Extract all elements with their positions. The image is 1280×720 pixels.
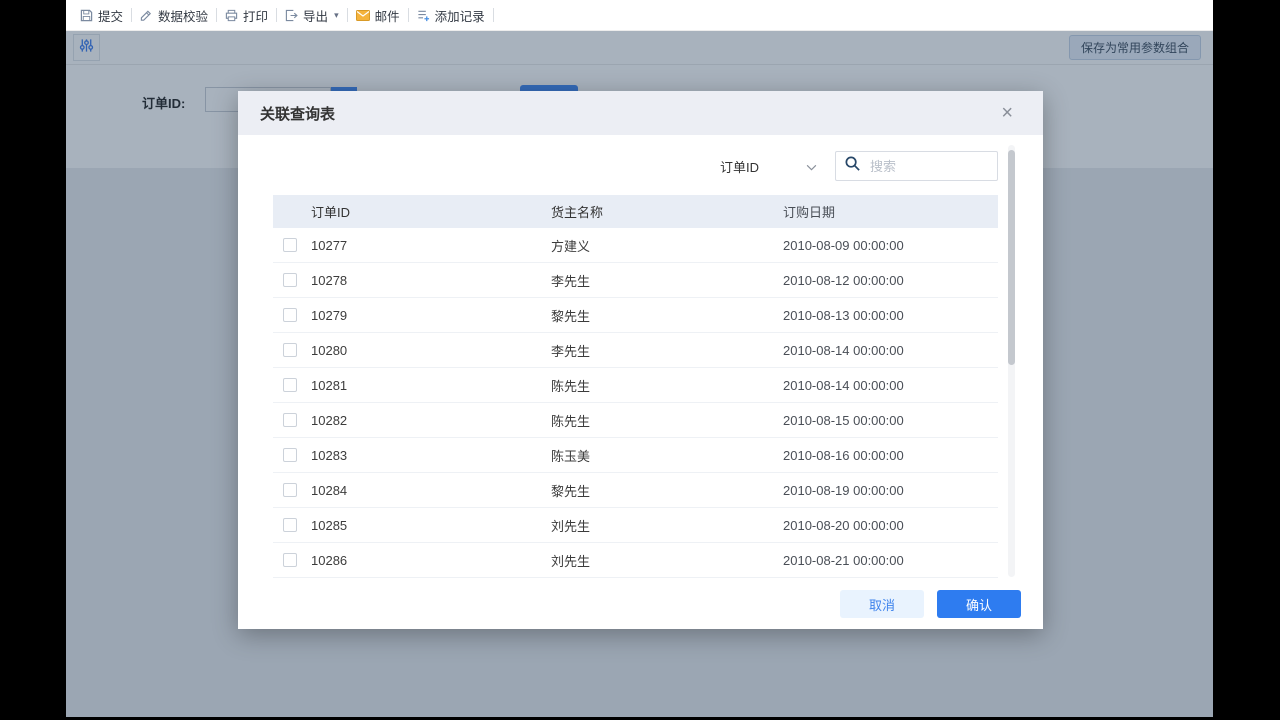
toolbar-item-label: 导出 <box>303 9 329 24</box>
table-row[interactable]: 10286 刘先生 2010-08-21 00:00:00 <box>273 543 998 578</box>
toolbar-item-label: 提交 <box>98 9 124 24</box>
toolbar-item-5[interactable]: 添加记录 <box>409 6 493 25</box>
search-row: 订单ID <box>238 151 998 181</box>
row-owner: 李先生 <box>551 273 591 289</box>
validate-icon <box>140 9 153 22</box>
table-row[interactable]: 10280 李先生 2010-08-14 00:00:00 <box>273 333 998 368</box>
column-header-order-id: 订单ID <box>311 205 351 220</box>
toolbar-item-3[interactable]: 导出 ▾ <box>277 6 347 25</box>
search-field-value: 订单ID <box>720 159 760 175</box>
row-owner: 陈先生 <box>551 378 591 394</box>
row-order-id: 10284 <box>311 482 348 498</box>
row-order-id: 10285 <box>311 517 348 533</box>
row-owner: 刘先生 <box>551 518 591 534</box>
chevron-down-icon <box>806 159 817 174</box>
row-owner: 陈玉美 <box>551 448 591 464</box>
row-order-id: 10281 <box>311 377 348 393</box>
query-table: 订单ID 货主名称 订购日期 10277 方建义 2010-08-09 00:0… <box>273 195 998 578</box>
mail-icon <box>355 9 370 21</box>
search-icon <box>844 155 861 177</box>
toolbar-divider <box>492 8 494 22</box>
row-checkbox[interactable] <box>283 273 297 287</box>
row-owner: 黎先生 <box>551 308 591 324</box>
toolbar-item-label: 邮件 <box>374 9 400 24</box>
row-owner: 刘先生 <box>551 553 591 569</box>
export-icon <box>285 9 298 22</box>
close-icon[interactable]: × <box>1001 103 1013 123</box>
row-checkbox[interactable] <box>283 553 297 567</box>
row-checkbox[interactable] <box>283 448 297 462</box>
row-checkbox[interactable] <box>283 343 297 357</box>
toolbar-item-1[interactable]: 数据校验 <box>132 6 216 25</box>
cancel-button[interactable]: 取消 <box>840 590 924 618</box>
confirm-button[interactable]: 确认 <box>937 590 1021 618</box>
table-header: 订单ID 货主名称 订购日期 <box>273 195 998 228</box>
table-row[interactable]: 10282 陈先生 2010-08-15 00:00:00 <box>273 403 998 438</box>
row-date: 2010-08-14 00:00:00 <box>783 342 904 358</box>
row-order-id: 10277 <box>311 237 348 253</box>
toolbar-item-4[interactable]: 邮件 <box>348 6 408 25</box>
column-header-owner: 货主名称 <box>551 205 604 220</box>
row-date: 2010-08-14 00:00:00 <box>783 377 904 393</box>
table-row[interactable]: 10284 黎先生 2010-08-19 00:00:00 <box>273 473 998 508</box>
dialog-title: 关联查询表 <box>260 105 336 123</box>
caret-down-icon: ▾ <box>334 9 339 20</box>
row-date: 2010-08-21 00:00:00 <box>783 552 904 568</box>
row-owner: 李先生 <box>551 343 591 359</box>
search-field-select[interactable]: 订单ID <box>720 157 820 176</box>
row-date: 2010-08-15 00:00:00 <box>783 412 904 428</box>
row-date: 2010-08-12 00:00:00 <box>783 272 904 288</box>
row-order-id: 10279 <box>311 307 348 323</box>
table-row[interactable]: 10281 陈先生 2010-08-14 00:00:00 <box>273 368 998 403</box>
row-date: 2010-08-09 00:00:00 <box>783 237 904 253</box>
toolbar-item-0[interactable]: 提交 <box>72 6 131 25</box>
dialog-footer: 取消 确认 <box>238 579 1043 629</box>
column-header-date: 订购日期 <box>783 205 836 220</box>
print-icon <box>225 9 238 22</box>
table-row[interactable]: 10277 方建义 2010-08-09 00:00:00 <box>273 228 998 263</box>
row-checkbox[interactable] <box>283 413 297 427</box>
row-owner: 陈先生 <box>551 413 591 429</box>
table-row[interactable]: 10279 黎先生 2010-08-13 00:00:00 <box>273 298 998 333</box>
table-row[interactable]: 10283 陈玉美 2010-08-16 00:00:00 <box>273 438 998 473</box>
row-order-id: 10283 <box>311 447 348 463</box>
row-order-id: 10286 <box>311 552 348 568</box>
row-checkbox[interactable] <box>283 518 297 532</box>
row-date: 2010-08-13 00:00:00 <box>783 307 904 323</box>
row-owner: 黎先生 <box>551 483 591 499</box>
toolbar-item-label: 打印 <box>243 9 269 24</box>
top-toolbar: 提交 数据校验 打印 导出 ▾ 邮件 添加记录 <box>66 0 1213 31</box>
toolbar-item-label: 数据校验 <box>158 9 209 24</box>
search-box <box>835 151 998 181</box>
row-checkbox[interactable] <box>283 308 297 322</box>
scrollbar-thumb[interactable] <box>1008 150 1015 365</box>
row-order-id: 10278 <box>311 272 348 288</box>
table-body: 10277 方建义 2010-08-09 00:00:00 10278 李先生 … <box>273 228 998 578</box>
row-checkbox[interactable] <box>283 483 297 497</box>
table-row[interactable]: 10285 刘先生 2010-08-20 00:00:00 <box>273 508 998 543</box>
row-owner: 方建义 <box>551 238 591 254</box>
add-record-icon <box>417 9 430 22</box>
toolbar-item-label: 添加记录 <box>434 9 485 24</box>
row-date: 2010-08-19 00:00:00 <box>783 482 904 498</box>
row-order-id: 10282 <box>311 412 348 428</box>
save-icon <box>80 9 93 22</box>
dialog-header: 关联查询表 × <box>238 91 1043 135</box>
relation-query-dialog: 关联查询表 × 订单ID 订单ID 货主名称 订购日期 10277 方建义 20… <box>238 91 1043 629</box>
row-date: 2010-08-16 00:00:00 <box>783 447 904 463</box>
table-row[interactable]: 10278 李先生 2010-08-12 00:00:00 <box>273 263 998 298</box>
row-order-id: 10280 <box>311 342 348 358</box>
row-checkbox[interactable] <box>283 238 297 252</box>
search-input[interactable] <box>868 157 989 175</box>
scrollbar-track[interactable] <box>1008 145 1015 577</box>
row-checkbox[interactable] <box>283 378 297 392</box>
toolbar-item-2[interactable]: 打印 <box>217 6 276 25</box>
row-date: 2010-08-20 00:00:00 <box>783 517 904 533</box>
